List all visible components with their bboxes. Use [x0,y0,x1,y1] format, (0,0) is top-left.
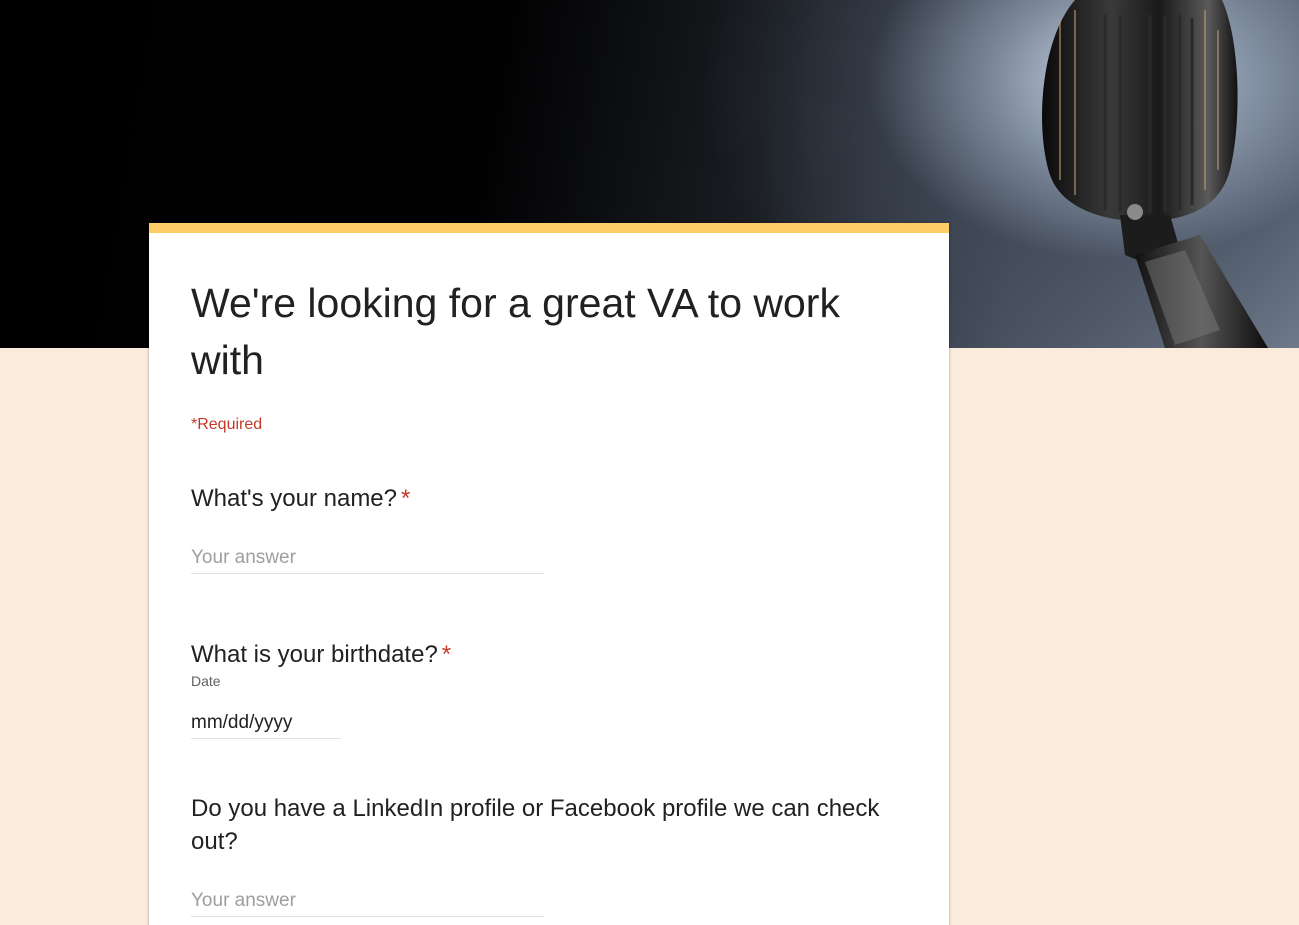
name-input[interactable]: Your answer [191,543,544,574]
form-card: We're looking for a great VA to work wit… [149,223,949,925]
required-note: *Required [191,416,263,433]
social-profile-input[interactable]: Your answer [191,886,544,917]
accent-bar [149,223,949,233]
required-asterisk: * [441,641,452,668]
question-birthdate: What is your birthdate? * [191,638,451,671]
birthdate-subtitle: Date [191,673,221,689]
required-asterisk: * [401,485,411,512]
form-title: We're looking for a great VA to work wit… [191,280,840,383]
question-name-label: What's your name? [191,485,398,512]
question-birthdate-label: What is your birthdate? [191,641,438,668]
question-name: What's your name? * [191,482,410,515]
question-social-profile: Do you have a LinkedIn profile or Facebo… [191,795,880,855]
birthdate-input[interactable]: mm/dd/yyyy [191,708,341,739]
